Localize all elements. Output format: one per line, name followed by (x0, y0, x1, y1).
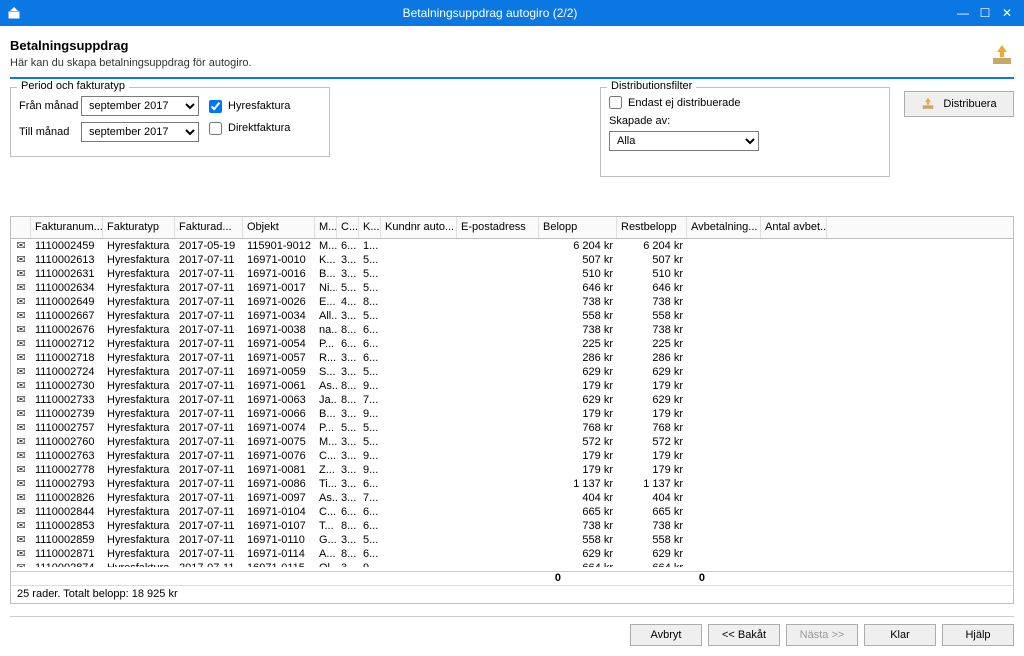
envelope-icon: ✉ (11, 561, 31, 567)
table-row[interactable]: ✉1110002730Hyresfaktura2017-07-1116971-0… (11, 379, 1013, 393)
envelope-icon: ✉ (11, 267, 31, 281)
col-avbetalning[interactable]: Avbetalning... (687, 217, 761, 238)
titlebar: Betalningsuppdrag autogiro (2/2) — ☐ ✕ (0, 0, 1024, 26)
footer-buttons: Avbryt << Bakåt Nästa >> Klar Hjälp (10, 616, 1014, 646)
col-antal[interactable]: Antal avbet... (761, 217, 827, 238)
table-row[interactable]: ✉1110002712Hyresfaktura2017-07-1116971-0… (11, 337, 1013, 351)
envelope-icon: ✉ (11, 491, 31, 505)
envelope-icon: ✉ (11, 281, 31, 295)
distribuera-label: Distribuera (943, 98, 996, 110)
envelope-icon: ✉ (11, 463, 31, 477)
table-row[interactable]: ✉1110002853Hyresfaktura2017-07-1116971-0… (11, 519, 1013, 533)
distribuera-button[interactable]: Distribuera (904, 91, 1014, 117)
table-row[interactable]: ✉1110002724Hyresfaktura2017-07-1116971-0… (11, 365, 1013, 379)
maximize-button[interactable]: ☐ (974, 4, 996, 22)
col-restbelopp[interactable]: Restbelopp (617, 217, 687, 238)
from-month-select[interactable]: september 2017 (81, 96, 199, 116)
hyresfaktura-label: Hyresfaktura (228, 100, 290, 112)
envelope-icon: ✉ (11, 519, 31, 533)
envelope-icon: ✉ (11, 365, 31, 379)
close-button[interactable]: ✕ (996, 4, 1018, 22)
envelope-icon: ✉ (11, 533, 31, 547)
table-row[interactable]: ✉1110002760Hyresfaktura2017-07-1116971-0… (11, 435, 1013, 449)
page-title: Betalningsuppdrag (10, 38, 990, 53)
col-fakturad[interactable]: Fakturad... (175, 217, 243, 238)
upload-icon (990, 42, 1014, 66)
table-row[interactable]: ✉1110002793Hyresfaktura2017-07-1116971-0… (11, 477, 1013, 491)
envelope-icon: ✉ (11, 477, 31, 491)
col-fakturanum[interactable]: Fakturanum... (31, 217, 103, 238)
envelope-icon: ✉ (11, 505, 31, 519)
envelope-icon: ✉ (11, 407, 31, 421)
table-row[interactable]: ✉1110002874Hyresfaktura2017-07-1116971-0… (11, 561, 1013, 567)
nasta-button: Nästa >> (786, 624, 858, 646)
minimize-button[interactable]: — (952, 4, 974, 22)
col-belopp[interactable]: Belopp (539, 217, 617, 238)
envelope-icon: ✉ (11, 393, 31, 407)
table-row[interactable]: ✉1110002859Hyresfaktura2017-07-1116971-0… (11, 533, 1013, 547)
hjalp-button[interactable]: Hjälp (942, 624, 1014, 646)
period-legend: Period och fakturatyp (17, 80, 129, 92)
col-kundnr[interactable]: Kundnr auto... (381, 217, 457, 238)
skapade-label: Skapade av: (609, 115, 881, 127)
from-month-label: Från månad (19, 100, 81, 112)
envelope-icon: ✉ (11, 449, 31, 463)
hyresfaktura-checkbox[interactable] (209, 100, 222, 113)
envelope-icon: ✉ (11, 239, 31, 253)
direktfaktura-label: Direktfaktura (228, 122, 290, 134)
table-summary: 25 rader. Totalt belopp: 18 925 kr (11, 585, 1013, 603)
table-row[interactable]: ✉1110002826Hyresfaktura2017-07-1116971-0… (11, 491, 1013, 505)
table-row[interactable]: ✉1110002871Hyresfaktura2017-07-1116971-0… (11, 547, 1013, 561)
table-row[interactable]: ✉1110002844Hyresfaktura2017-07-1116971-0… (11, 505, 1013, 519)
table-row[interactable]: ✉1110002778Hyresfaktura2017-07-1116971-0… (11, 463, 1013, 477)
to-month-label: Till månad (19, 126, 81, 138)
table-row[interactable]: ✉1110002667Hyresfaktura2017-07-1116971-0… (11, 309, 1013, 323)
envelope-icon: ✉ (11, 435, 31, 449)
direktfaktura-checkbox[interactable] (209, 122, 222, 135)
table-row[interactable]: ✉1110002649Hyresfaktura2017-07-1116971-0… (11, 295, 1013, 309)
app-icon (6, 5, 22, 21)
envelope-icon: ✉ (11, 547, 31, 561)
window-title: Betalningsuppdrag autogiro (2/2) (28, 6, 952, 20)
invoice-table: Fakturanum... Fakturatyp Fakturad... Obj… (10, 216, 1014, 604)
table-row[interactable]: ✉1110002757Hyresfaktura2017-07-1116971-0… (11, 421, 1013, 435)
col-k[interactable]: K... (359, 217, 381, 238)
col-m[interactable]: M... (315, 217, 337, 238)
envelope-icon: ✉ (11, 351, 31, 365)
col-fakturatyp[interactable]: Fakturatyp (103, 217, 175, 238)
table-row[interactable]: ✉1110002631Hyresfaktura2017-07-1116971-0… (11, 267, 1013, 281)
table-row[interactable]: ✉1110002763Hyresfaktura2017-07-1116971-0… (11, 449, 1013, 463)
avbryt-button[interactable]: Avbryt (630, 624, 702, 646)
distribution-fieldset: Distributionsfilter Endast ej distribuer… (600, 87, 890, 177)
table-row[interactable]: ✉1110002459Hyresfaktura2017-05-19115901-… (11, 239, 1013, 253)
skapade-select[interactable]: Alla (609, 131, 759, 151)
envelope-icon: ✉ (11, 309, 31, 323)
table-row[interactable]: ✉1110002739Hyresfaktura2017-07-1116971-0… (11, 407, 1013, 421)
endast-checkbox[interactable] (609, 96, 622, 109)
envelope-icon: ✉ (11, 337, 31, 351)
table-row[interactable]: ✉1110002634Hyresfaktura2017-07-1116971-0… (11, 281, 1013, 295)
upload-small-icon (921, 96, 935, 113)
to-month-select[interactable]: september 2017 (81, 122, 199, 142)
table-header: Fakturanum... Fakturatyp Fakturad... Obj… (11, 217, 1013, 239)
table-row[interactable]: ✉1110002613Hyresfaktura2017-07-1116971-0… (11, 253, 1013, 267)
distribution-legend: Distributionsfilter (607, 80, 696, 92)
table-row[interactable]: ✉1110002733Hyresfaktura2017-07-1116971-0… (11, 393, 1013, 407)
header: Betalningsuppdrag Här kan du skapa betal… (10, 34, 1014, 79)
col-epost[interactable]: E-postadress (457, 217, 539, 238)
period-fieldset: Period och fakturatyp Från månad septemb… (10, 87, 330, 157)
envelope-icon: ✉ (11, 379, 31, 393)
envelope-icon: ✉ (11, 421, 31, 435)
envelope-icon: ✉ (11, 323, 31, 337)
endast-label: Endast ej distribuerade (628, 97, 741, 109)
col-c[interactable]: C... (337, 217, 359, 238)
col-objekt[interactable]: Objekt (243, 217, 315, 238)
bakat-button[interactable]: << Bakåt (708, 624, 780, 646)
envelope-icon: ✉ (11, 295, 31, 309)
envelope-icon: ✉ (11, 253, 31, 267)
table-row[interactable]: ✉1110002676Hyresfaktura2017-07-1116971-0… (11, 323, 1013, 337)
page-subtitle: Här kan du skapa betalningsuppdrag för a… (10, 57, 990, 69)
klar-button[interactable]: Klar (864, 624, 936, 646)
table-row[interactable]: ✉1110002718Hyresfaktura2017-07-1116971-0… (11, 351, 1013, 365)
